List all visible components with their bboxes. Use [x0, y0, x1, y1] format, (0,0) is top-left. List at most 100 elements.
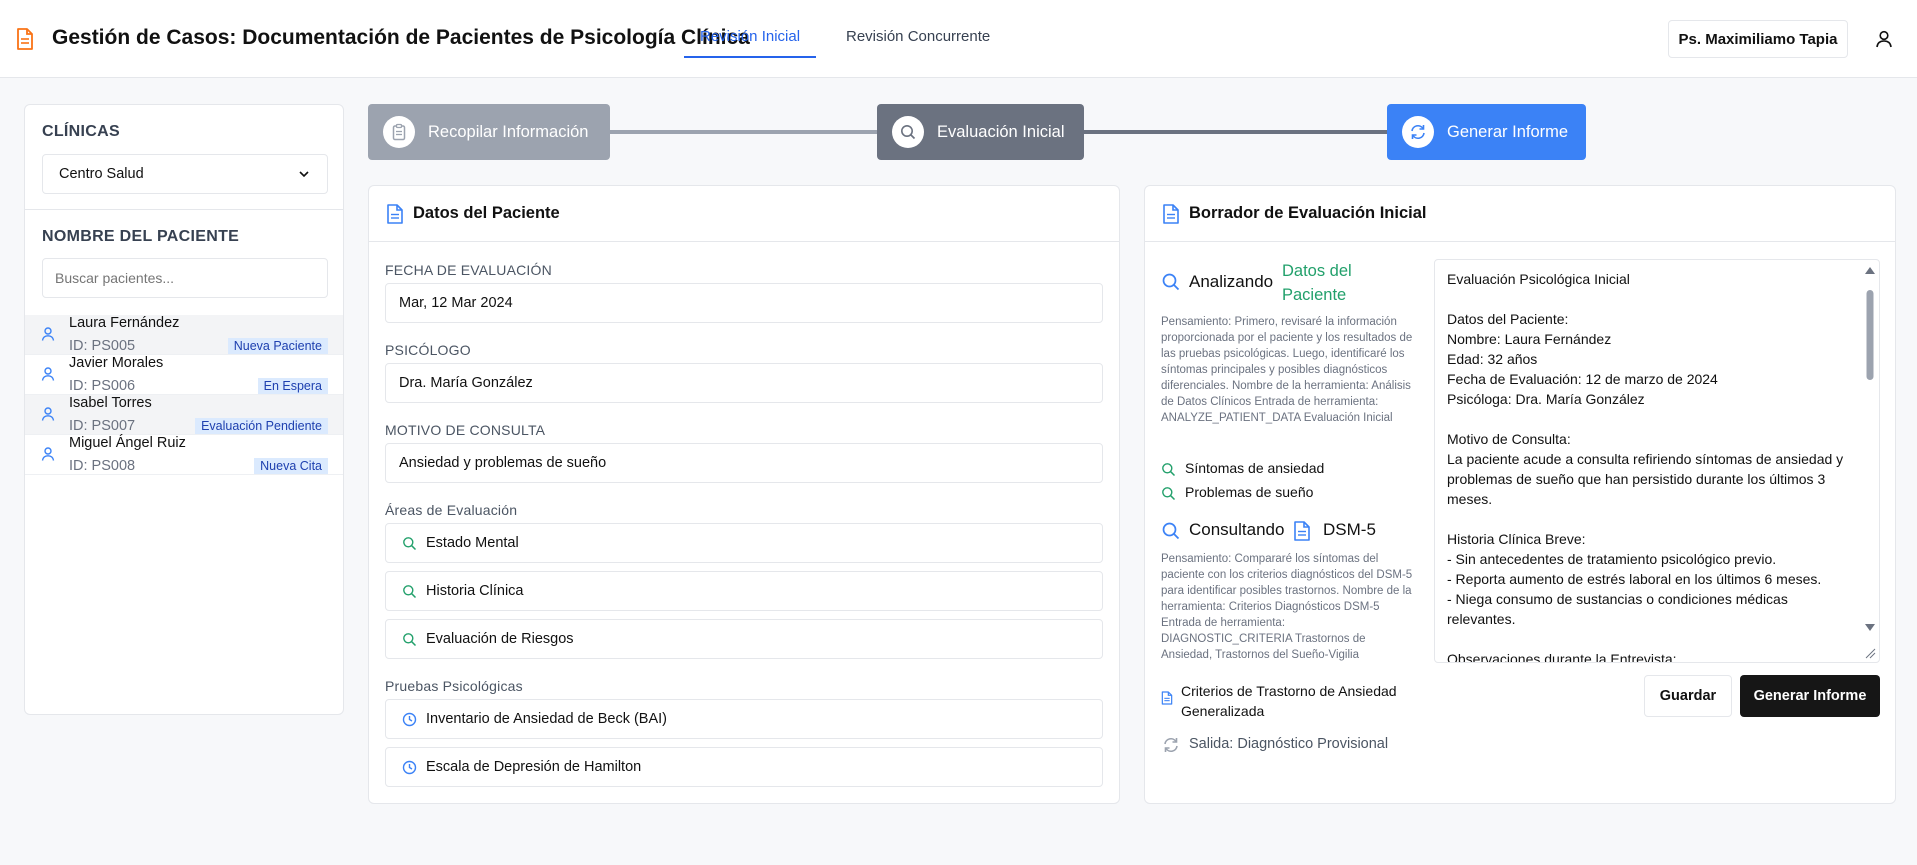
trace-thought: Pensamiento: Primero, revisaré la inform…	[1161, 316, 1413, 424]
test-item[interactable]: Inventario de Ansiedad de Beck (BAI)	[385, 699, 1103, 739]
patient-list: Laura Fernández ID: PS005 Nueva Paciente…	[25, 315, 343, 475]
stepper-connector	[608, 130, 878, 134]
patient-data-card: Datos del Paciente FECHA DE EVALUACIÓN M…	[368, 185, 1120, 804]
patient-item[interactable]: Javier Morales ID: PS006 En Espera	[25, 355, 343, 395]
user-icon	[41, 327, 55, 341]
test-item[interactable]: Escala de Depresión de Hamilton	[385, 747, 1103, 787]
area-label: Historia Clínica	[426, 583, 524, 599]
refresh-icon	[1164, 737, 1178, 753]
scrollbar[interactable]	[1863, 264, 1877, 636]
card-header: Datos del Paciente	[369, 186, 1119, 242]
patient-id: ID: PS005	[69, 338, 136, 354]
finding-label: Problemas de sueño	[1185, 484, 1314, 500]
patient-item[interactable]: Miguel Ángel Ruiz ID: PS008 Nueva Cita	[25, 435, 343, 475]
draft-text: Evaluación Psicológica Inicial Datos del…	[1447, 271, 1844, 663]
clock-icon	[402, 760, 417, 775]
clinic-select-value: Centro Salud	[59, 166, 144, 182]
document-icon	[17, 28, 33, 50]
document-icon	[1161, 691, 1173, 705]
finding-label: Síntomas de ansiedad	[1185, 460, 1325, 476]
user-icon	[41, 367, 55, 381]
resize-handle-icon[interactable]	[1864, 647, 1876, 659]
patient-id: ID: PS006	[69, 378, 136, 394]
step-label: Evaluación Inicial	[937, 122, 1065, 141]
user-icon	[41, 407, 55, 421]
tab-revision-inicial[interactable]: Revisión Inicial	[684, 18, 817, 58]
search-icon	[1162, 522, 1180, 540]
step-generar-informe[interactable]: Generar Informe	[1387, 104, 1586, 160]
psicologo-label: PSICÓLOGO	[385, 342, 471, 358]
trace-verb: Analizando	[1189, 272, 1274, 291]
trace-thought: Pensamiento: Compararé los síntomas del …	[1161, 553, 1413, 661]
user-icon	[41, 447, 55, 461]
step-label: Generar Informe	[1447, 122, 1569, 141]
patient-item[interactable]: Laura Fernández ID: PS005 Nueva Paciente	[25, 315, 343, 355]
dsm-criteria-line: Generalizada	[1181, 703, 1265, 719]
document-icon	[1294, 521, 1310, 541]
trace-source: Datos del	[1282, 262, 1352, 280]
motivo-field[interactable]: Ansiedad y problemas de sueño	[385, 443, 1103, 483]
patient-name-heading: NOMBRE DEL PACIENTE	[42, 228, 240, 245]
save-button[interactable]: Guardar	[1644, 675, 1732, 717]
trace-output: Salida: Diagnóstico Provisional	[1189, 736, 1389, 752]
area-item[interactable]: Historia Clínica	[385, 571, 1103, 611]
draft-textarea[interactable]: Evaluación Psicológica Inicial Datos del…	[1434, 259, 1880, 663]
dsm-criteria-line: Criterios de Trastorno de Ansiedad	[1181, 683, 1397, 699]
patient-search-input[interactable]	[42, 258, 328, 298]
chevron-down-icon	[299, 171, 309, 178]
fecha-field[interactable]: Mar, 12 Mar 2024	[385, 283, 1103, 323]
trace-source: DSM-5	[1323, 520, 1376, 539]
initial-evaluation-draft-card: Borrador de Evaluación Inicial Analizand…	[1144, 185, 1896, 804]
search-icon	[1162, 273, 1180, 291]
clock-icon	[402, 712, 417, 727]
app-title: Gestión de Casos: Documentación de Pacie…	[52, 26, 750, 49]
document-icon	[1163, 204, 1179, 224]
generate-report-button[interactable]: Generar Informe	[1740, 675, 1880, 717]
sidebar-divider	[25, 209, 343, 210]
card-title: Datos del Paciente	[413, 204, 560, 222]
document-icon	[387, 204, 403, 224]
patient-item[interactable]: Isabel Torres ID: PS007 Evaluación Pendi…	[25, 395, 343, 435]
clipboard-icon	[383, 116, 415, 148]
patient-name: Laura Fernández	[69, 315, 180, 331]
status-badge: Nueva Cita	[254, 458, 328, 474]
search-icon	[403, 585, 417, 599]
pruebas-label: Pruebas Psicológicas	[385, 678, 523, 694]
patient-name: Isabel Torres	[69, 395, 152, 411]
area-label: Estado Mental	[426, 535, 519, 551]
patient-id: ID: PS008	[69, 458, 136, 474]
search-icon	[1162, 487, 1176, 501]
card-title: Borrador de Evaluación Inicial	[1189, 204, 1427, 222]
app-header: Gestión de Casos: Documentación de Pacie…	[0, 0, 1917, 78]
search-icon	[403, 633, 417, 647]
user-profile-button[interactable]: Ps. Maximiliamo Tapia	[1668, 20, 1848, 58]
patient-name: Miguel Ángel Ruiz	[69, 435, 186, 451]
trace-source: Paciente	[1282, 286, 1347, 304]
tab-revision-concurrente[interactable]: Revisión Concurrente	[830, 18, 1006, 58]
test-label: Inventario de Ansiedad de Beck (BAI)	[426, 711, 668, 727]
refresh-icon	[1402, 116, 1434, 148]
clinic-select[interactable]: Centro Salud	[42, 154, 328, 194]
motivo-label: MOTIVO DE CONSULTA	[385, 422, 546, 438]
psicologo-field[interactable]: Dra. María González	[385, 363, 1103, 403]
area-item[interactable]: Evaluación de Riesgos	[385, 619, 1103, 659]
patient-id: ID: PS007	[69, 418, 136, 434]
area-item[interactable]: Estado Mental	[385, 523, 1103, 563]
areas-label: Áreas de Evaluación	[385, 502, 518, 518]
user-icon[interactable]	[1874, 29, 1894, 49]
card-header: Borrador de Evaluación Inicial	[1145, 186, 1895, 242]
step-recopilar-informacion[interactable]: Recopilar Información	[368, 104, 610, 160]
search-icon	[892, 116, 924, 148]
patient-name: Javier Morales	[69, 355, 164, 371]
step-label: Recopilar Información	[428, 122, 589, 141]
status-badge: Nueva Paciente	[227, 338, 328, 354]
status-badge: Evaluación Pendiente	[195, 418, 328, 434]
area-label: Evaluación de Riesgos	[426, 631, 574, 647]
step-evaluacion-inicial[interactable]: Evaluación Inicial	[877, 104, 1084, 160]
stepper-connector	[1082, 130, 1388, 134]
clinics-heading: CLÍNICAS	[42, 123, 120, 140]
search-icon	[1162, 463, 1176, 477]
patient-sidebar: CLÍNICAS Centro Salud NOMBRE DEL PACIENT…	[24, 104, 344, 715]
test-label: Escala de Depresión de Hamilton	[426, 759, 642, 775]
fecha-label: FECHA DE EVALUACIÓN	[385, 262, 552, 278]
